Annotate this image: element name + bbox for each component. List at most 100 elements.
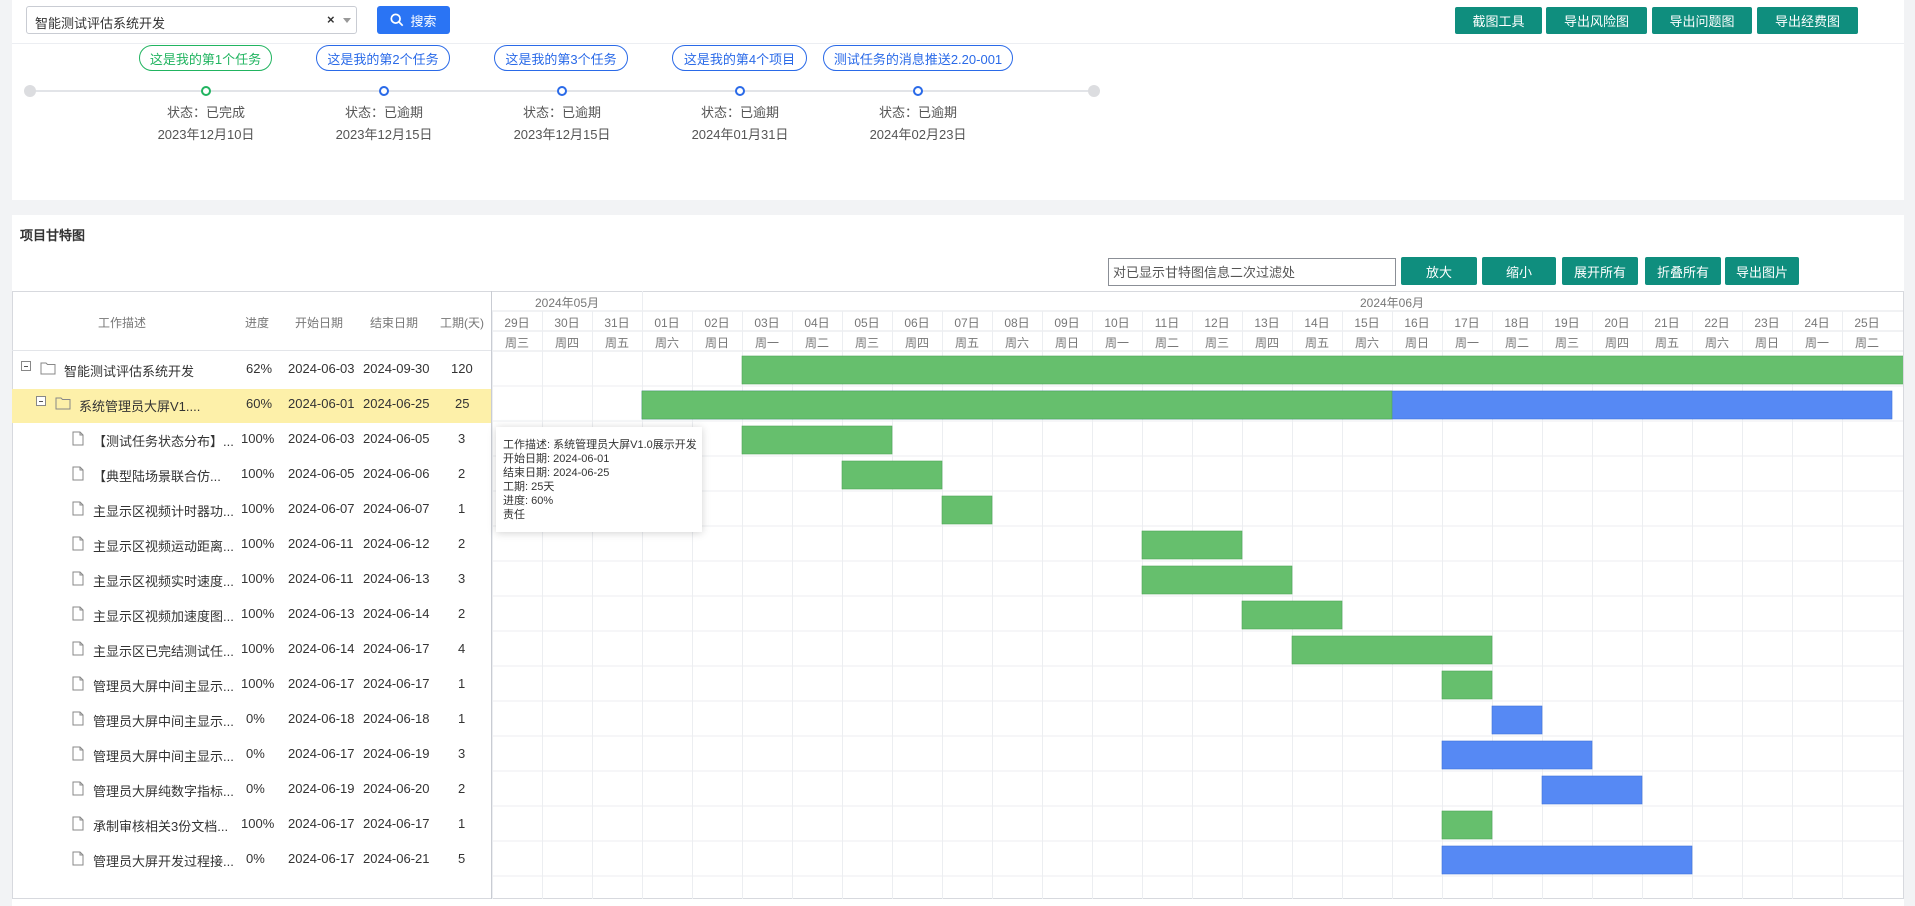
search-icon [390, 13, 404, 27]
row-duration: 3 [458, 746, 466, 761]
col-header-progress[interactable]: 进度 [245, 314, 269, 331]
table-row[interactable]: 【测试任务状态分布】... 100% 2024-06-03 2024-06-05 3 [12, 421, 492, 456]
weekday-label: 周四 [1255, 336, 1279, 350]
table-row[interactable]: 管理员大屏中间主显示... 0% 2024-06-17 2024-06-19 3 [12, 736, 492, 771]
milestone-5-title[interactable]: 测试任务的消息推送2.20-001 [823, 45, 1013, 71]
table-row[interactable]: 【典型陆场景联合仿... 100% 2024-06-05 2024-06-06 2 [12, 456, 492, 491]
table-row[interactable]: 系统管理员大屏V1.... 60% 2024-06-01 2024-06-25 25 [12, 386, 492, 421]
day-label: 30日 [554, 316, 579, 330]
milestone-2-title[interactable]: 这是我的第2个任务 [316, 45, 450, 71]
weekday-label: 周五 [1655, 336, 1679, 350]
col-header-end[interactable]: 结束日期 [370, 314, 418, 331]
project-select[interactable]: 智能测试评估系统开发 × [26, 6, 357, 34]
table-row[interactable]: 承制审核相关3份文档... 100% 2024-06-17 2024-06-17 1 [12, 806, 492, 841]
row-name: 主显示区视频加速度图... [93, 609, 234, 624]
tree-collapse-icon[interactable] [21, 361, 31, 371]
milestone-5-status: 状态：已逾期 [878, 105, 957, 120]
row-start-date: 2024-06-17 [288, 676, 355, 691]
milestone-2-dot[interactable] [379, 86, 389, 96]
milestone-4-dot[interactable] [735, 86, 745, 96]
table-row[interactable]: 管理员大屏中间主显示... 0% 2024-06-18 2024-06-18 1 [12, 701, 492, 736]
file-icon [72, 606, 84, 624]
row-progress: 100% [241, 431, 275, 446]
day-label: 09日 [1054, 316, 1079, 330]
screenshot-tool-button[interactable]: 截图工具 [1455, 7, 1542, 34]
row-end-date: 2024-06-13 [363, 571, 430, 586]
row-end-date: 2024-09-30 [363, 361, 430, 376]
tree-collapse-icon[interactable] [36, 396, 46, 406]
row-progress: 100% [241, 816, 275, 831]
project-select-value: 智能测试评估系统开发 [35, 16, 166, 31]
table-row[interactable]: 智能测试评估系统开发 62% 2024-06-03 2024-09-30 120 [12, 351, 492, 386]
day-label: 08日 [1004, 316, 1029, 330]
weekday-label: 周三 [1205, 336, 1229, 350]
row-progress: 100% [241, 676, 275, 691]
gantt-tooltip: 工作描述: 系统管理员大屏V1.0展示开发 开始日期: 2024-06-01 结… [496, 427, 702, 532]
row-progress: 100% [241, 641, 275, 656]
file-icon [72, 816, 84, 834]
day-label: 17日 [1454, 316, 1479, 330]
milestone-3-title[interactable]: 这是我的第3个任务 [494, 45, 628, 71]
table-row[interactable]: 主显示区视频实时速度... 100% 2024-06-11 2024-06-13 3 [12, 561, 492, 596]
folder-icon [40, 361, 56, 378]
folder-icon [55, 396, 71, 413]
day-label: 04日 [804, 316, 829, 330]
expand-all-button[interactable]: 展开所有 [1562, 257, 1638, 285]
row-start-date: 2024-06-05 [288, 466, 355, 481]
table-row[interactable]: 主显示区已完结测试任... 100% 2024-06-14 2024-06-17 4 [12, 631, 492, 666]
timeline-start-dot [24, 85, 36, 97]
table-row[interactable]: 主显示区视频加速度图... 100% 2024-06-13 2024-06-14 2 [12, 596, 492, 631]
gantt-filter-input[interactable] [1108, 258, 1396, 286]
table-row[interactable]: 主显示区视频运动距离... 100% 2024-06-11 2024-06-12 2 [12, 526, 492, 561]
gantt-bar-remaining [1541, 775, 1643, 805]
collapse-all-button[interactable]: 折叠所有 [1645, 257, 1721, 285]
gantt-bar-done [941, 495, 993, 525]
export-issue-button[interactable]: 导出问题图 [1652, 7, 1752, 34]
search-button-label: 搜索 [410, 13, 437, 29]
milestone-1-date: 2023年12月10日 [157, 127, 255, 142]
zoom-in-button[interactable]: 放大 [1401, 257, 1477, 285]
table-row[interactable]: 管理员大屏纯数字指标... 0% 2024-06-19 2024-06-20 2 [12, 771, 492, 806]
zoom-out-button[interactable]: 缩小 [1482, 257, 1556, 285]
export-image-button[interactable]: 导出图片 [1725, 257, 1799, 285]
file-icon [72, 746, 84, 764]
milestone-5-dot[interactable] [913, 86, 923, 96]
tooltip-desc: 工作描述: 系统管理员大屏V1.0展示开发 [503, 439, 697, 451]
milestone-1-dot[interactable] [201, 86, 211, 96]
gantt-bar-done [741, 355, 1903, 385]
milestone-1-title[interactable]: 这是我的第1个任务 [139, 45, 272, 71]
row-progress: 0% [246, 746, 265, 761]
weekday-label: 周五 [1305, 336, 1329, 350]
weekday-label: 周二 [805, 336, 829, 350]
row-end-date: 2024-06-07 [363, 501, 430, 516]
header-divider [12, 43, 1904, 44]
clear-icon[interactable]: × [327, 12, 335, 27]
milestone-3-dot[interactable] [557, 86, 567, 96]
file-icon [72, 536, 84, 554]
row-end-date: 2024-06-17 [363, 641, 430, 656]
export-risk-button[interactable]: 导出风险图 [1546, 7, 1647, 34]
row-end-date: 2024-06-05 [363, 431, 430, 446]
row-duration: 3 [458, 431, 466, 446]
weekday-label: 周四 [555, 336, 579, 350]
table-row[interactable]: 管理员大屏开发过程接... 0% 2024-06-17 2024-06-21 5 [12, 841, 492, 876]
gantt-bar-done [741, 425, 893, 455]
col-header-duration[interactable]: 工期(天) [440, 314, 484, 331]
export-budget-button[interactable]: 导出经费图 [1757, 7, 1858, 34]
row-end-date: 2024-06-06 [363, 466, 430, 481]
table-row[interactable]: 主显示区视频计时器功... 100% 2024-06-07 2024-06-07 1 [12, 491, 492, 526]
weekday-label: 周一 [1805, 336, 1829, 350]
table-row[interactable]: 管理员大屏中间主显示... 100% 2024-06-17 2024-06-17 1 [12, 666, 492, 701]
weekday-label: 周日 [705, 336, 729, 350]
col-header-start[interactable]: 开始日期 [295, 314, 343, 331]
row-progress: 62% [246, 361, 273, 376]
day-label: 29日 [504, 316, 529, 330]
chevron-down-icon[interactable] [343, 18, 351, 23]
milestone-4-title[interactable]: 这是我的第4个项目 [672, 45, 807, 71]
gantt-bar-remaining [1441, 740, 1593, 770]
row-name: 主显示区已完结测试任... [93, 644, 234, 659]
search-button[interactable]: 搜索 [377, 6, 450, 34]
col-header-desc[interactable]: 工作描述 [98, 314, 146, 331]
month-label: 2024年05月 [535, 296, 599, 310]
weekday-label: 周日 [1055, 336, 1079, 350]
